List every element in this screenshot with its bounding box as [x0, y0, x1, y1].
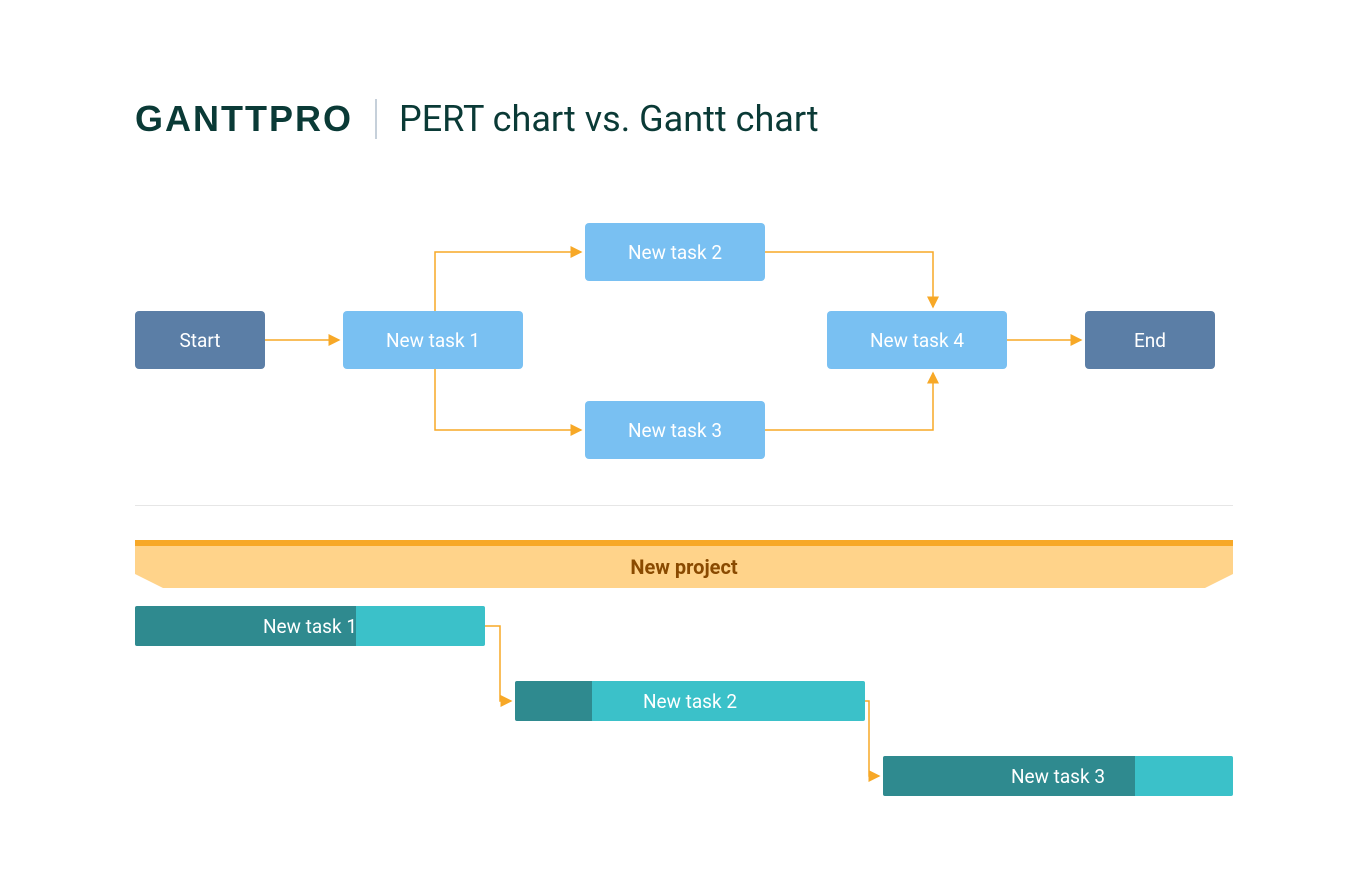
- header: GANTTPRO PERT chart vs. Gantt chart: [135, 98, 819, 140]
- node-label: New task 3: [628, 419, 722, 442]
- node-label: New task 4: [870, 329, 964, 352]
- node-label: New task 1: [386, 329, 480, 352]
- pert-node-start: Start: [135, 311, 265, 369]
- gantt-chart: New project New task 1 New task 2 New ta…: [135, 540, 1233, 836]
- gantt-bars: New task 1 New task 2 New task 3: [135, 606, 1233, 836]
- gantt-project-label: New project: [630, 555, 737, 579]
- pert-chart: Start New task 1 New task 2 New task 3 N…: [135, 205, 1235, 475]
- node-label: Start: [180, 329, 221, 352]
- pert-node-task2: New task 2: [585, 223, 765, 281]
- gantt-bar-task1: New task 1: [135, 606, 485, 646]
- logo: GANTTPRO: [135, 98, 353, 140]
- pert-node-task3: New task 3: [585, 401, 765, 459]
- pert-node-task4: New task 4: [827, 311, 1007, 369]
- node-label: End: [1134, 329, 1166, 352]
- node-label: New task 2: [628, 241, 722, 264]
- gantt-bar-task2: New task 2: [515, 681, 865, 721]
- gantt-bar-task3: New task 3: [883, 756, 1233, 796]
- gantt-bar-label: New task 1: [135, 615, 485, 638]
- gantt-bar-label: New task 2: [515, 690, 865, 713]
- gantt-bar-label: New task 3: [883, 765, 1233, 788]
- pert-node-end: End: [1085, 311, 1215, 369]
- pert-node-task1: New task 1: [343, 311, 523, 369]
- divider: [375, 99, 377, 139]
- section-divider: [135, 505, 1233, 506]
- page-title: PERT chart vs. Gantt chart: [399, 98, 819, 140]
- gantt-project-bar: New project: [135, 540, 1233, 588]
